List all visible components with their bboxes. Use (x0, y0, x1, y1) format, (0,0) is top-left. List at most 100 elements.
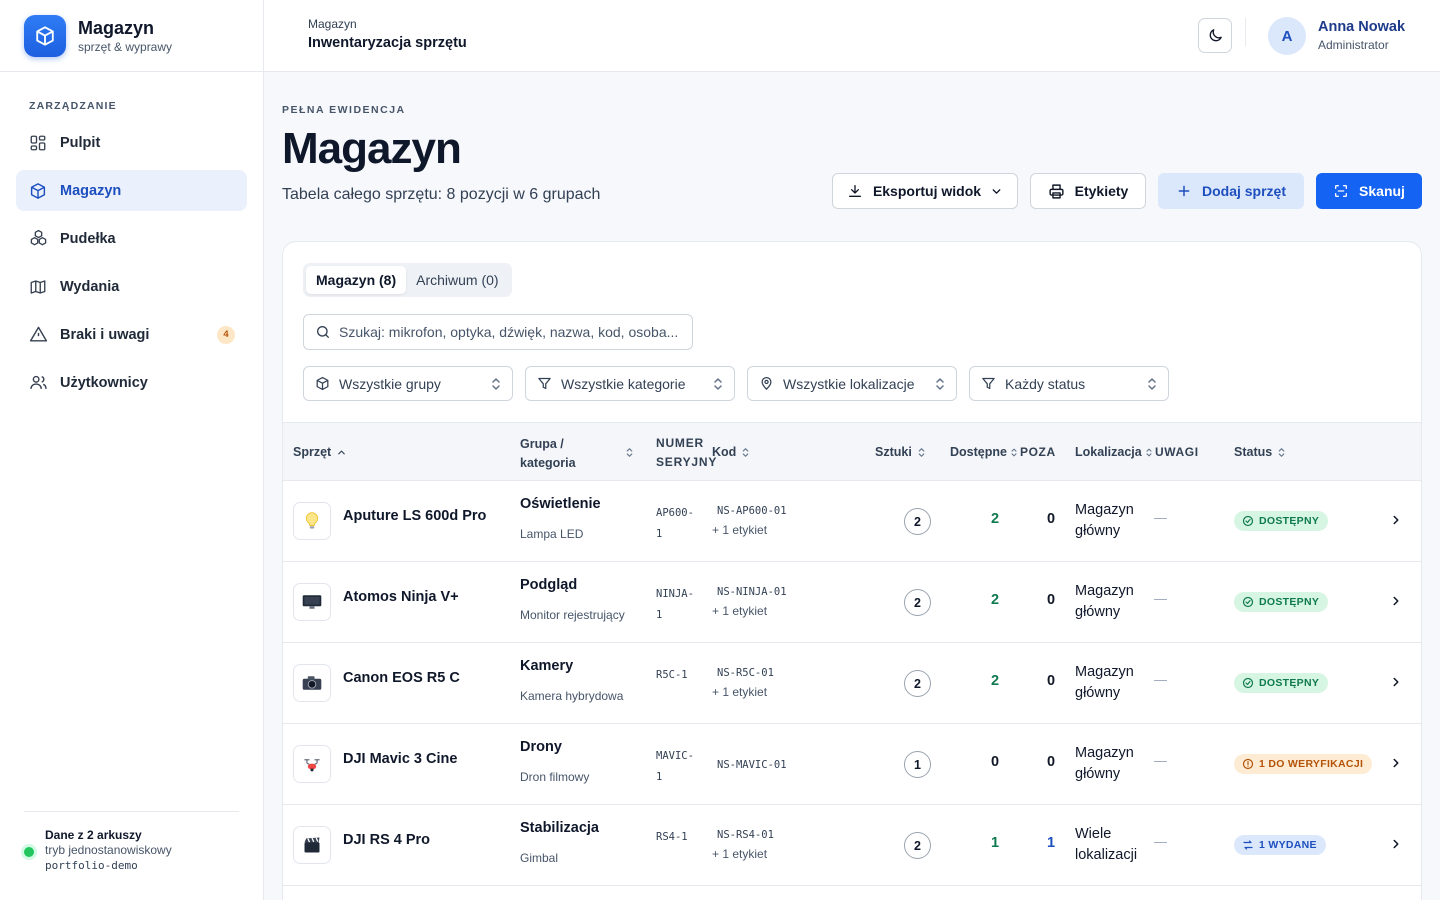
column-header-code[interactable]: Kod (712, 445, 750, 459)
category-name: Lampa LED (520, 527, 584, 541)
notes-value: — (1154, 591, 1167, 606)
available-count: 2 (990, 511, 1000, 527)
serial-number: AP600-1 (656, 507, 694, 540)
status-filter-select[interactable]: Każdy status (969, 366, 1169, 401)
equipment-name[interactable]: Atomos Ninja V+ (343, 589, 459, 605)
search-placeholder: Szukaj: mikrofon, optyka, dźwięk, nazwa,… (339, 324, 679, 340)
camera-icon (293, 664, 331, 702)
status-badge: DOSTĘPNY (1234, 511, 1329, 531)
table-row[interactable]: DJI RS 4 Pro Stabilizacja Gimbal RS4-1 N… (283, 805, 1421, 886)
add-equipment-button[interactable]: Dodaj sprzęt (1158, 173, 1304, 209)
status-label: 1 WYDANE (1259, 839, 1317, 851)
inventory-card: Magazyn (8) Archiwum (0) Szukaj: mikrofo… (282, 241, 1422, 900)
sort-updown-icon[interactable] (625, 446, 634, 462)
check-circle-icon (1242, 677, 1254, 689)
equipment-name[interactable]: DJI RS 4 Pro (343, 832, 430, 848)
sidebar-item-pulpit[interactable]: Pulpit (16, 122, 247, 163)
table-header: Sprzęt Grupa / kategoria NUMER SERYJNY K… (283, 422, 1421, 481)
tab-archiwum[interactable]: Archiwum (0) (406, 266, 508, 294)
chevron-right-icon[interactable] (1389, 756, 1403, 775)
bulb-icon (293, 502, 331, 540)
breadcrumb-parent[interactable]: Magazyn (308, 17, 357, 31)
sort-updown-icon (1145, 446, 1153, 459)
column-header-qty[interactable]: Sztuki (875, 445, 926, 459)
sort-updown-icon (934, 377, 946, 394)
labels-button[interactable]: Etykiety (1030, 173, 1146, 209)
column-header-location[interactable]: Lokalizacja (1075, 445, 1153, 459)
chevron-right-icon[interactable] (1389, 837, 1403, 856)
category-filter-select[interactable]: Wszystkie kategorie (525, 366, 735, 401)
table-row[interactable]: DJI Mavic 3 Cine Drony Dron filmowy MAVI… (283, 724, 1421, 805)
sidebar-item-wydania[interactable]: Wydania (16, 266, 247, 307)
sort-updown-icon (917, 446, 926, 459)
group-name: Stabilizacja (520, 820, 599, 836)
column-label: kategoria (520, 456, 576, 470)
brand-title: Magazyn (78, 17, 155, 38)
sidebar-item-uzytkownicy[interactable]: Użytkownicy (16, 362, 247, 403)
check-circle-icon (1242, 596, 1254, 608)
export-view-button[interactable]: Eksportuj widok (832, 173, 1018, 209)
available-count: 2 (990, 592, 1000, 608)
table-row[interactable]: Aputure LS 600d Pro Oświetlenie Lampa LE… (283, 481, 1421, 562)
user-name[interactable]: Anna Nowak (1318, 19, 1405, 35)
location-filter-select[interactable]: Wszystkie lokalizacje (747, 366, 957, 401)
workspace-name: portfolio-demo (45, 859, 138, 872)
download-icon (847, 183, 863, 199)
chevron-right-icon[interactable] (1389, 675, 1403, 694)
column-header-notes: UWAGI (1155, 445, 1199, 459)
item-code: NS-MAVIC-01 (717, 759, 787, 771)
chevron-right-icon[interactable] (1389, 594, 1403, 613)
filter-bar: Wszystkie grupy Wszystkie kategorie Wszy… (303, 366, 1181, 401)
status-label: DOSTĘPNY (1259, 596, 1320, 608)
sidebar-item-pudelka[interactable]: Pudełka (16, 218, 247, 259)
column-header-out[interactable]: POZA (1020, 445, 1056, 459)
group-filter-select[interactable]: Wszystkie grupy (303, 366, 513, 401)
column-header-status[interactable]: Status (1234, 445, 1286, 459)
category-name: Dron filmowy (520, 770, 590, 784)
category-name: Kamera hybrydowa (520, 689, 624, 703)
column-header-available[interactable]: Dostępne (950, 445, 1018, 459)
equipment-name[interactable]: Canon EOS R5 C (343, 670, 460, 686)
check-circle-icon (1242, 515, 1254, 527)
scan-icon (1333, 183, 1349, 199)
column-header-equipment[interactable]: Sprzęt (293, 445, 347, 459)
equipment-name[interactable]: DJI Mavic 3 Cine (343, 751, 457, 767)
out-count: 0 (1046, 754, 1056, 770)
out-count: 0 (1046, 592, 1056, 608)
nav-section-label: ZARZĄDZANIE (29, 100, 117, 112)
moon-icon (1207, 27, 1224, 44)
column-header-group[interactable]: Grupa / kategoria (520, 435, 576, 473)
printer-icon (1048, 183, 1065, 200)
data-source-title: Dane z 2 arkuszy (45, 828, 142, 842)
search-input[interactable]: Szukaj: mikrofon, optyka, dźwięk, nazwa,… (303, 314, 693, 350)
export-view-label: Eksportuj widok (872, 183, 982, 199)
avatar[interactable]: A (1268, 17, 1306, 55)
table-row[interactable]: Atomos Ninja V+ Podgląd Monitor rejestru… (283, 562, 1421, 643)
brand[interactable]: Magazyn sprzęt & wyprawy (0, 0, 263, 72)
labels-label: Etykiety (1074, 183, 1129, 199)
dashboard-icon (28, 133, 48, 153)
serial-number: MAVIC-1 (656, 750, 694, 783)
group-name: Oświetlenie (520, 496, 601, 512)
column-header-serial[interactable]: NUMER SERYJNY (656, 434, 717, 472)
category-name: Gimbal (520, 851, 559, 865)
chevron-right-icon[interactable] (1389, 513, 1403, 532)
theme-toggle-button[interactable] (1198, 18, 1232, 53)
sidebar-item-braki[interactable]: Braki i uwagi 4 (16, 314, 247, 355)
table-row[interactable]: Canon EOS R5 C Kamery Kamera hybrydowa R… (283, 643, 1421, 724)
serial-number: RS4-1 (656, 831, 688, 843)
location-filter-value: Wszystkie lokalizacje (783, 375, 915, 392)
quantity-badge: 2 (904, 832, 931, 859)
page-subtitle: Tabela całego sprzętu: 8 pozycji w 6 gru… (282, 186, 601, 203)
search-icon (315, 324, 331, 340)
column-label: Sprzęt (293, 445, 332, 459)
scan-button[interactable]: Skanuj (1316, 173, 1422, 209)
tab-magazyn[interactable]: Magazyn (8) (306, 266, 407, 294)
sort-updown-icon (741, 446, 750, 459)
available-count: 0 (990, 754, 1000, 770)
topbar: Magazyn Inwentaryzacja sprzętu A Anna No… (264, 0, 1440, 72)
sidebar-item-magazyn[interactable]: Magazyn (16, 170, 247, 211)
view-tabs: Magazyn (8) Archiwum (0) (303, 263, 512, 297)
equipment-name[interactable]: Aputure LS 600d Pro (343, 508, 486, 524)
out-count: 0 (1046, 673, 1056, 689)
